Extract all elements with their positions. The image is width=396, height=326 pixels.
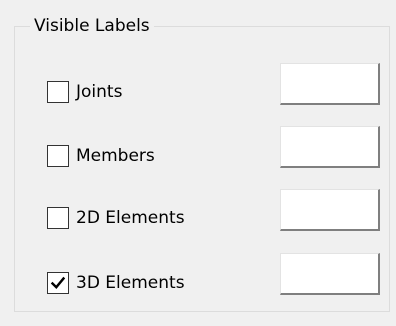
members-color-button[interactable] [280,126,380,168]
2d-elements-color-button[interactable] [280,189,380,231]
members-checkbox[interactable] [47,145,69,167]
3d-elements-label: 3D Elements [76,273,185,293]
2d-elements-label: 2D Elements [76,208,185,228]
group-title: Visible Labels [30,14,154,38]
joints-option[interactable]: Joints [47,80,122,104]
joints-color-button[interactable] [280,63,380,105]
3d-elements-option[interactable]: 3D Elements [47,271,185,295]
joints-label: Joints [76,82,123,102]
members-option[interactable]: Members [47,144,155,168]
2d-elements-option[interactable]: 2D Elements [47,206,185,230]
3d-elements-checkbox[interactable] [47,272,69,294]
joints-checkbox[interactable] [47,81,69,103]
2d-elements-checkbox[interactable] [47,207,69,229]
members-label: Members [76,146,155,166]
3d-elements-color-button[interactable] [280,253,380,295]
checkmark-icon [50,276,66,289]
